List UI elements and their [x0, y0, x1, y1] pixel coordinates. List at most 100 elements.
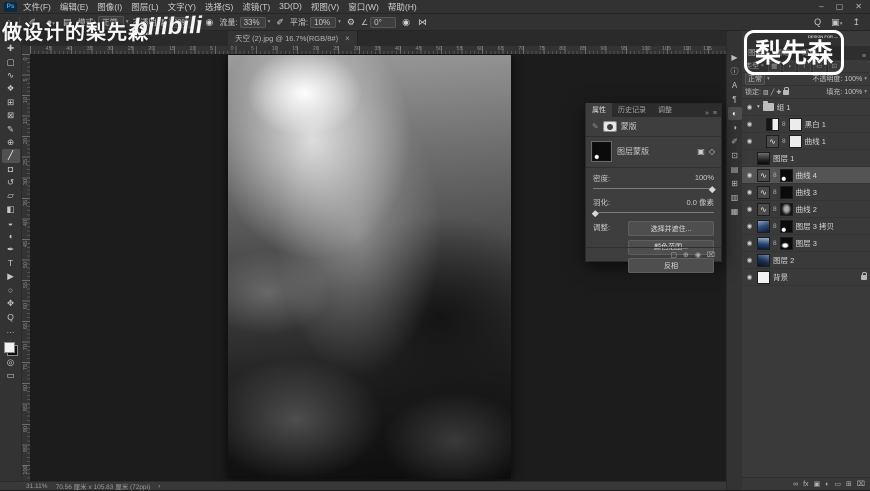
- pressure-opacity-icon[interactable]: ◉: [203, 17, 215, 28]
- search-icon[interactable]: Q: [814, 17, 821, 27]
- zoom-tool-icon[interactable]: Q: [2, 310, 20, 323]
- smoothing-value[interactable]: 10%: [310, 17, 336, 28]
- lock-pixels-icon[interactable]: ╱: [771, 89, 775, 96]
- zoom-level[interactable]: 31.11%: [26, 483, 48, 490]
- adjustments-icon[interactable]: ◐: [728, 107, 742, 120]
- menu-item[interactable]: 文件(F): [23, 1, 51, 13]
- layer-thumbnail[interactable]: [757, 220, 770, 233]
- foreground-color-swatch[interactable]: [4, 342, 15, 353]
- histogram-icon[interactable]: ⊞: [728, 177, 742, 190]
- mask-thumbnail[interactable]: [789, 118, 802, 131]
- brush-tool-icon[interactable]: ╱: [2, 149, 20, 162]
- expand-caret-icon[interactable]: ▾: [757, 104, 760, 110]
- density-slider[interactable]: [593, 185, 714, 192]
- vector-mask-icon[interactable]: ◇: [709, 147, 715, 156]
- delete-mask-icon[interactable]: ⌧: [707, 251, 715, 259]
- visibility-toggle-icon[interactable]: ◉: [745, 222, 754, 230]
- menu-item[interactable]: 编辑(E): [60, 1, 88, 13]
- character-icon[interactable]: A: [728, 79, 742, 92]
- color-swatches[interactable]: [4, 342, 18, 356]
- tab-close-icon[interactable]: ×: [345, 34, 350, 43]
- menu-item[interactable]: 视图(V): [311, 1, 339, 13]
- mask-thumbnail[interactable]: [789, 135, 802, 148]
- pixel-mask-icon[interactable]: ▣: [697, 147, 705, 156]
- layer-thumbnail[interactable]: [757, 271, 770, 284]
- mask-thumbnail[interactable]: [592, 142, 611, 161]
- menu-item[interactable]: 滤镜(T): [242, 1, 270, 13]
- screen-mode-icon[interactable]: ▭: [2, 369, 20, 382]
- pen-tool-icon[interactable]: ✒: [2, 243, 20, 256]
- airbrush-icon[interactable]: ✐: [274, 17, 286, 28]
- layer-row[interactable]: ◉8图层 3 拷贝: [742, 218, 870, 235]
- layer-row[interactable]: 图层 1: [742, 150, 870, 167]
- mask-thumbnail[interactable]: [780, 186, 793, 199]
- delete-layer-icon[interactable]: ⌧: [857, 480, 865, 488]
- symmetry-icon[interactable]: ⋈: [416, 17, 429, 28]
- quick-selection-tool-icon[interactable]: ❖: [2, 82, 20, 95]
- visibility-toggle-icon[interactable]: ◉: [745, 256, 754, 264]
- hand-tool-icon[interactable]: ✥: [2, 296, 20, 309]
- mask-thumbnail[interactable]: [780, 203, 793, 216]
- feather-slider[interactable]: [593, 209, 714, 216]
- status-caret-icon[interactable]: ›: [158, 483, 160, 490]
- fill-value[interactable]: 100%: [844, 89, 862, 96]
- clone-stamp-tool-icon[interactable]: ◘: [2, 163, 20, 176]
- gradient-tool-icon[interactable]: ◧: [2, 203, 20, 216]
- dodge-tool-icon[interactable]: ◖: [2, 229, 20, 242]
- menu-item[interactable]: 3D(D): [279, 1, 302, 13]
- path-selection-tool-icon[interactable]: ▶: [2, 270, 20, 283]
- new-adjustment-icon[interactable]: ◐: [825, 481, 829, 488]
- eraser-tool-icon[interactable]: ▱: [2, 189, 20, 202]
- channels-icon[interactable]: ▥: [728, 191, 742, 204]
- visibility-toggle-icon[interactable]: ◉: [745, 205, 754, 213]
- menu-item[interactable]: 图像(I): [97, 1, 122, 13]
- menu-item[interactable]: 窗口(W): [348, 1, 379, 13]
- layer-effects-icon[interactable]: fx: [803, 481, 808, 488]
- healing-brush-tool-icon[interactable]: ⊕: [2, 136, 20, 149]
- clone-source-icon[interactable]: ⊡: [728, 149, 742, 162]
- visibility-toggle-icon[interactable]: ◉: [745, 120, 754, 128]
- angle-value[interactable]: 0°: [370, 17, 396, 28]
- lasso-tool-icon[interactable]: ∿: [2, 69, 20, 82]
- layer-thumbnail[interactable]: [757, 237, 770, 250]
- refine-button[interactable]: 选择并遮住...: [628, 221, 714, 236]
- smudge-tool-icon[interactable]: ◒: [2, 216, 20, 229]
- visibility-toggle-icon[interactable]: ◉: [745, 239, 754, 247]
- brush-settings-icon[interactable]: ✐: [728, 135, 742, 148]
- visibility-toggle-icon[interactable]: ◉: [745, 273, 754, 281]
- history-brush-tool-icon[interactable]: ↺: [2, 176, 20, 189]
- restore-button[interactable]: ▢: [836, 2, 844, 11]
- mask-thumbnail[interactable]: [780, 220, 793, 233]
- menu-item[interactable]: 帮助(H): [388, 1, 417, 13]
- layer-row[interactable]: ◉∿8曲线 1: [742, 133, 870, 150]
- lock-all-icon[interactable]: [783, 90, 789, 95]
- close-button[interactable]: ✕: [855, 2, 862, 11]
- type-tool-icon[interactable]: T: [2, 256, 20, 269]
- smoothing-gear-icon[interactable]: ⚙: [345, 17, 357, 28]
- toggle-mask-visibility-icon[interactable]: ◉: [695, 251, 701, 259]
- paragraph-icon[interactable]: ¶: [728, 93, 742, 106]
- add-mask-icon[interactable]: ▣: [814, 480, 821, 488]
- libraries-icon[interactable]: ▤: [728, 163, 742, 176]
- flow-value[interactable]: 33%: [240, 17, 266, 28]
- document-tab[interactable]: 天空 (2).jpg @ 16.7%(RGB/8#) ×: [228, 31, 358, 46]
- share-icon[interactable]: ↥: [852, 17, 860, 28]
- eyedropper-tool-icon[interactable]: ✎: [2, 122, 20, 135]
- document-image[interactable]: [228, 55, 511, 479]
- layer-row[interactable]: ◉∿8曲线 3: [742, 184, 870, 201]
- lock-transparent-icon[interactable]: ▨: [763, 89, 769, 96]
- curves-adjustment-thumbnail[interactable]: ∿: [766, 135, 779, 148]
- curves-adjustment-thumbnail[interactable]: ∿: [757, 186, 770, 199]
- curves-adjustment-thumbnail[interactable]: ∿: [757, 203, 770, 216]
- new-group-icon[interactable]: ▭: [834, 480, 841, 488]
- tab-history[interactable]: 历史记录: [612, 103, 652, 117]
- marquee-tool-icon[interactable]: ▢: [2, 55, 20, 68]
- layer-thumbnail[interactable]: [757, 254, 770, 267]
- curves-adjustment-thumbnail[interactable]: ∿: [757, 169, 770, 182]
- lock-position-icon[interactable]: ✚: [776, 89, 781, 96]
- collapse-panel-icon[interactable]: »: [705, 110, 709, 117]
- shape-tool-icon[interactable]: ○: [2, 283, 20, 296]
- mask-thumbnail[interactable]: [780, 237, 793, 250]
- feather-value[interactable]: 0.0 像素: [686, 197, 714, 208]
- new-layer-icon[interactable]: ⊞: [846, 480, 852, 488]
